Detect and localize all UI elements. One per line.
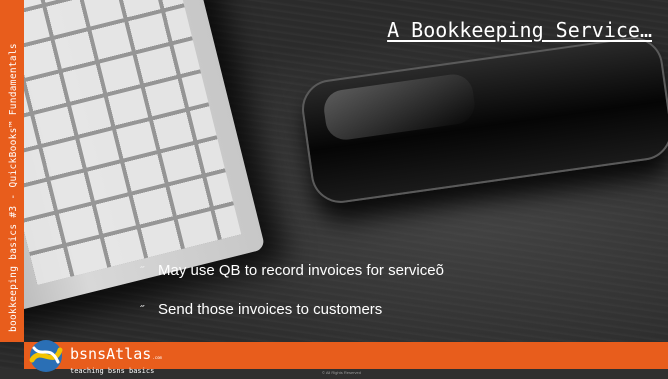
left-accent-strip: bookkeeping basics #3 - QuickBooks™ Fund… [0, 0, 24, 342]
bullet-item: ˝ May use QB to record invoices for serv… [140, 262, 444, 279]
brand-name-text: bsnsAtlas [70, 345, 152, 363]
bullet-marker: ˝ [140, 263, 144, 278]
bullet-text: May use QB to record invoices for servic… [158, 262, 444, 279]
phone-screen-reflection [321, 71, 478, 143]
brand-name: bsnsAtlas.com [70, 345, 162, 363]
bullet-marker: ˝ [140, 302, 144, 317]
bullet-list: ˝ May use QB to record invoices for serv… [140, 262, 444, 340]
brand-suffix: .com [152, 355, 162, 360]
bullet-item: ˝ Send those invoices to customers [140, 301, 444, 318]
copyright-text: © All Rights Reserved [322, 370, 361, 375]
slide-title: A Bookkeeping Service… [387, 18, 652, 42]
globe-logo-icon [29, 340, 63, 372]
bullet-text: Send those invoices to customers [158, 301, 383, 318]
side-label: bookkeeping basics #3 - QuickBooks™ Fund… [8, 43, 19, 332]
keyboard-keys [0, 0, 242, 286]
slide: bookkeeping basics #3 - QuickBooks™ Fund… [0, 0, 668, 379]
brand-tagline: teaching bsns basics [70, 367, 155, 375]
smartphone-image [298, 33, 668, 207]
